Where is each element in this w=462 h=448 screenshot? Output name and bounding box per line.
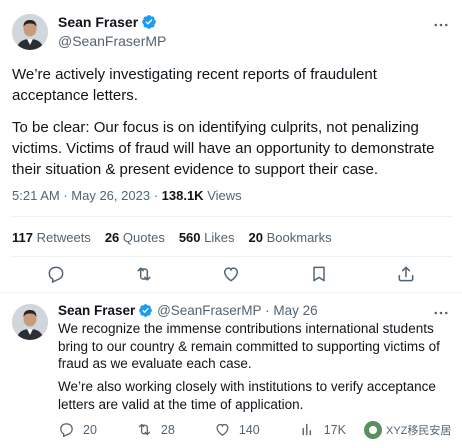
heart-icon[interactable] — [221, 264, 241, 284]
retweets-count: 117 — [12, 230, 33, 245]
reply-author-avatar[interactable] — [12, 304, 48, 340]
bookmarks-count: 20 — [248, 230, 263, 245]
tweet-time[interactable]: 5:21 AM — [12, 188, 60, 203]
likes-count: 560 — [178, 230, 201, 245]
reply-header: Sean Fraser @SeanFraserMP · May 26 — [58, 303, 318, 321]
share-icon[interactable] — [396, 264, 416, 284]
likes-stat[interactable]: 560 Likes — [179, 230, 235, 245]
author-avatar[interactable] — [12, 14, 48, 50]
retweet-icon — [136, 421, 153, 438]
retweets-label: Retweets — [36, 230, 91, 245]
reply-icon — [58, 421, 75, 438]
views-count: 138.1K — [161, 188, 204, 203]
retweet-count: 28 — [160, 422, 175, 437]
reply-text-paragraph-2: We’re also working closely with institut… — [58, 379, 436, 412]
engagement-stats: 117 Retweets 26 Quotes 560 Likes 20 Book… — [12, 230, 332, 245]
divider — [10, 216, 452, 217]
reply-text-paragraph-1: We recognize the immense contributions i… — [58, 321, 440, 371]
verified-badge-icon — [138, 303, 153, 321]
bookmarks-stat[interactable]: 20 Bookmarks — [249, 230, 332, 245]
reply-count: 20 — [83, 422, 97, 437]
author-name[interactable]: Sean Fraser — [58, 14, 138, 30]
views-bar-icon — [299, 421, 316, 438]
wechat-logo-icon — [364, 421, 382, 439]
bookmark-icon[interactable] — [309, 264, 329, 284]
like-count: 140 — [238, 422, 260, 437]
like-button[interactable]: 140 — [214, 421, 260, 438]
retweet-icon[interactable] — [134, 264, 154, 284]
views-count: 17K — [323, 422, 346, 437]
tweet-meta: 5:21 AM · May 26, 2023 · 138.1K Views — [12, 188, 242, 203]
reply-date[interactable]: May 26 — [273, 303, 317, 318]
retweet-button[interactable]: 28 — [136, 421, 175, 438]
divider — [0, 292, 462, 293]
reply-author-name[interactable]: Sean Fraser — [58, 303, 135, 318]
separator-dot: · — [265, 303, 270, 318]
watermark: XYZ移民安居 — [364, 421, 451, 439]
author-name-row: Sean Fraser — [58, 14, 157, 35]
likes-label: Likes — [204, 230, 235, 245]
reply-author-handle[interactable]: @SeanFraserMP — [157, 303, 261, 318]
author-handle[interactable]: @SeanFraserMP — [58, 33, 166, 49]
watermark-text: XYZ移民安居 — [386, 425, 452, 437]
reply-icon[interactable] — [46, 264, 66, 284]
quotes-stat[interactable]: 26 Quotes — [105, 230, 165, 245]
tweet-action-bar — [46, 264, 416, 284]
divider — [10, 256, 452, 257]
reply-action-bar: 20 28 140 17K — [58, 421, 346, 438]
tweet-text-paragraph-1: We’re actively investigating recent repo… — [12, 66, 377, 104]
views-button[interactable]: 17K — [299, 421, 346, 438]
verified-badge-icon — [141, 14, 157, 35]
retweets-stat[interactable]: 117 Retweets — [12, 230, 91, 245]
tweet-date[interactable]: May 26, 2023 — [71, 188, 150, 203]
quotes-label: Quotes — [122, 230, 165, 245]
bookmarks-label: Bookmarks — [266, 230, 332, 245]
quotes-count: 26 — [104, 230, 120, 245]
more-dots-icon[interactable] — [432, 16, 450, 34]
heart-icon — [214, 421, 231, 438]
reply-button[interactable]: 20 — [58, 421, 97, 438]
tweet-text-paragraph-2: To be clear: Our focus is on identifying… — [12, 119, 435, 178]
views-label: Views — [207, 188, 242, 203]
